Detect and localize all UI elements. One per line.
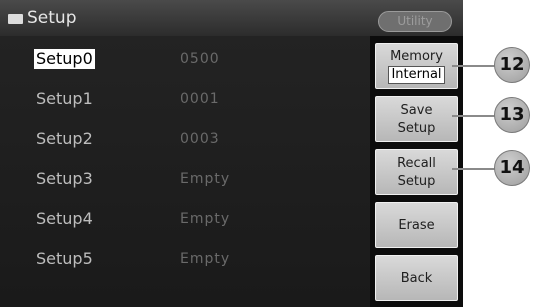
setup-slot-row[interactable]: Setup0 0500 bbox=[0, 40, 370, 80]
save-label-line1: Save bbox=[400, 103, 433, 118]
setup-slot-name[interactable]: Setup5 bbox=[34, 249, 95, 269]
save-setup-button[interactable]: Save Setup bbox=[375, 96, 458, 142]
setup-slot-value: 0500 bbox=[180, 51, 220, 67]
setup-slot-value: Empty bbox=[180, 251, 231, 267]
erase-label: Erase bbox=[398, 218, 435, 233]
memory-value: Internal bbox=[388, 66, 445, 84]
erase-button[interactable]: Erase bbox=[375, 202, 458, 248]
setup-slot-name[interactable]: Setup3 bbox=[34, 169, 95, 189]
callout-13: 13 bbox=[494, 97, 530, 133]
recall-label-line1: Recall bbox=[397, 156, 436, 171]
setup-slot-name[interactable]: Setup2 bbox=[34, 129, 95, 149]
callout-leader-13 bbox=[452, 115, 495, 117]
callout-14: 14 bbox=[494, 150, 530, 186]
callout-leader-12 bbox=[452, 65, 495, 67]
folder-icon bbox=[8, 14, 23, 24]
recall-setup-button[interactable]: Recall Setup bbox=[375, 149, 458, 195]
setup-slot-name[interactable]: Setup4 bbox=[34, 209, 95, 229]
memory-label: Memory bbox=[390, 49, 443, 64]
setup-list: Setup0 0500 Setup1 0001 Setup2 0003 Setu… bbox=[0, 36, 370, 307]
title-bar: Setup Utility bbox=[0, 0, 463, 36]
page-title: Setup bbox=[27, 8, 77, 28]
setup-slot-value: 0003 bbox=[180, 131, 220, 147]
setup-slot-row[interactable]: Setup3 Empty bbox=[0, 160, 370, 200]
setup-slot-row[interactable]: Setup1 0001 bbox=[0, 80, 370, 120]
save-label-line2: Setup bbox=[397, 121, 436, 136]
setup-slot-name[interactable]: Setup1 bbox=[34, 89, 95, 109]
setup-slot-value: 0001 bbox=[180, 91, 220, 107]
setup-slot-row[interactable]: Setup4 Empty bbox=[0, 200, 370, 240]
callout-leader-14 bbox=[452, 168, 495, 170]
setup-slot-row[interactable]: Setup2 0003 bbox=[0, 120, 370, 160]
memory-softkey[interactable]: Memory Internal bbox=[375, 43, 458, 89]
utility-badge: Utility bbox=[378, 11, 452, 32]
back-button[interactable]: Back bbox=[375, 255, 458, 301]
callout-12: 12 bbox=[494, 47, 530, 83]
setup-slot-value: Empty bbox=[180, 171, 231, 187]
back-label: Back bbox=[400, 271, 433, 286]
setup-slot-value: Empty bbox=[180, 211, 231, 227]
setup-slot-row[interactable]: Setup5 Empty bbox=[0, 240, 370, 280]
setup-slot-name[interactable]: Setup0 bbox=[34, 49, 95, 69]
recall-label-line2: Setup bbox=[397, 174, 436, 189]
softkey-panel: Memory Internal Save Setup Recall Setup … bbox=[370, 36, 463, 307]
instrument-screen: Setup Utility Setup0 0500 Setup1 0001 Se… bbox=[0, 0, 463, 307]
